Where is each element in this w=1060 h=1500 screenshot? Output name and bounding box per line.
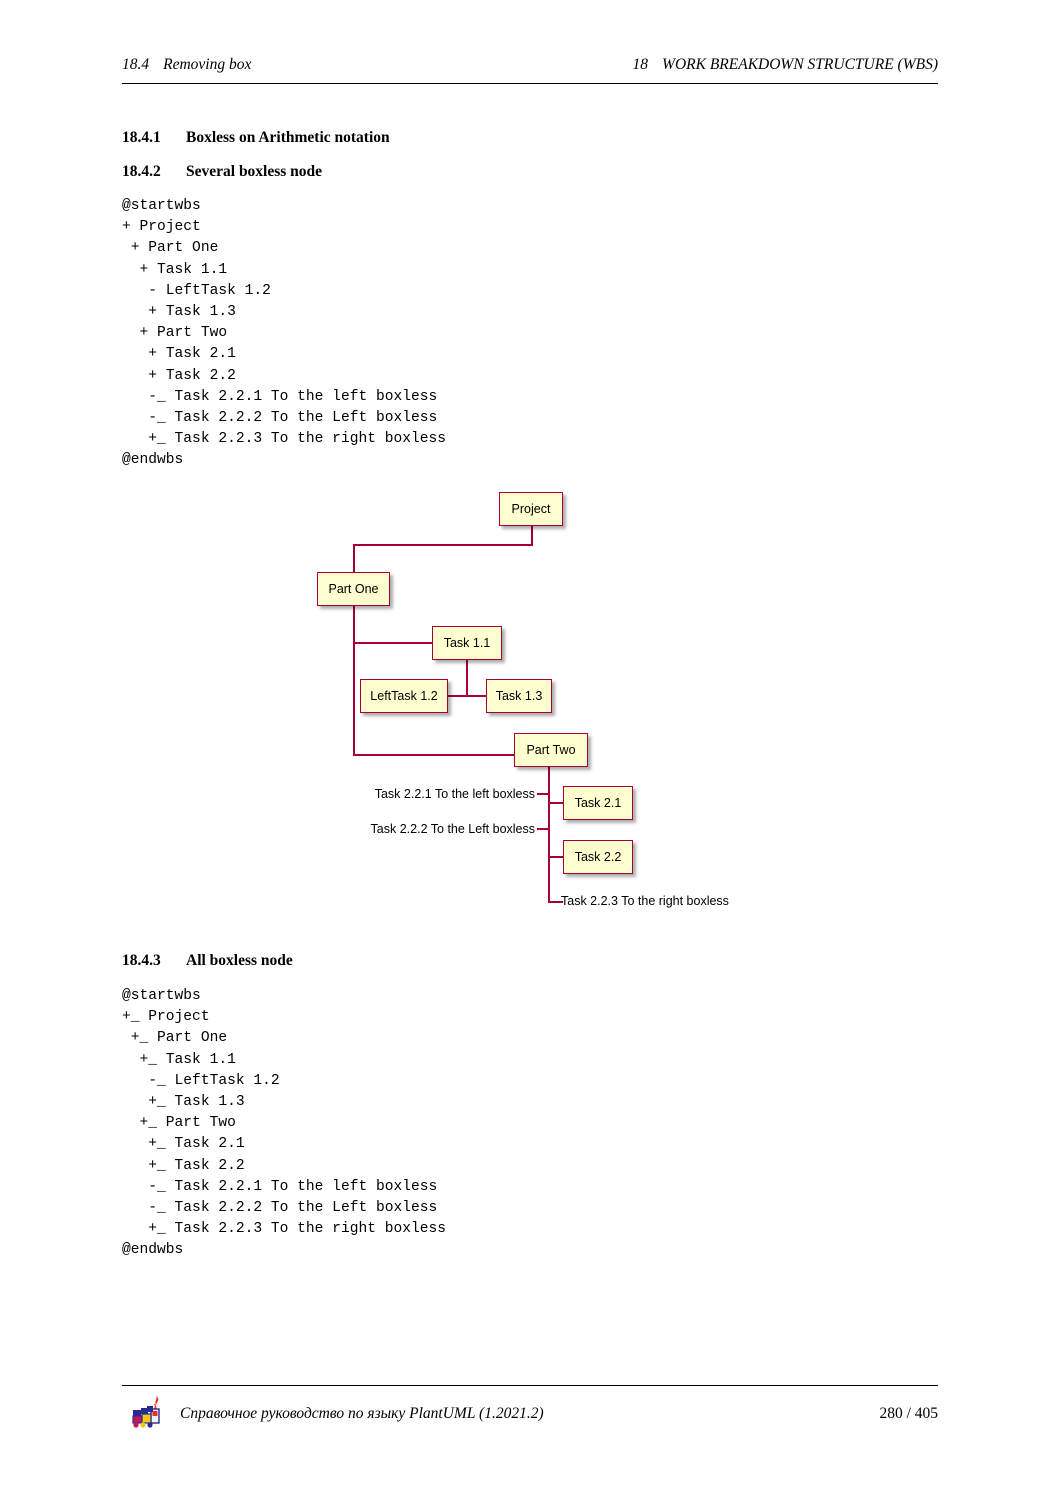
- wbs-boxless-task-2-2-3[interactable]: Task 2.2.3 To the right boxless: [561, 894, 729, 908]
- footer-divider: [122, 1385, 938, 1387]
- link-part-one-trunk: [353, 606, 355, 756]
- link-to-part-one: [353, 544, 355, 574]
- section-number: 18.4.1: [122, 129, 161, 146]
- footer-page-number: 280 / 405: [879, 1405, 938, 1422]
- header-right-title: WORK BREAKDOWN STRUCTURE (WBS): [662, 56, 938, 73]
- section-title: Boxless on Arithmetic notation: [186, 129, 390, 146]
- link-task-1-1-down: [466, 660, 468, 696]
- link-task-1-1-children-bar: [448, 695, 486, 697]
- link-boxless-2-2-2: [537, 828, 550, 830]
- header-left-title: Removing box: [163, 56, 252, 73]
- wbs-node-task-2-1[interactable]: Task 2.1: [563, 786, 633, 820]
- link-part-two-task-2-1: [548, 802, 563, 804]
- wbs-node-task-1-3[interactable]: Task 1.3: [486, 679, 552, 713]
- section-title: Several boxless node: [186, 163, 323, 180]
- link-project-bus: [353, 544, 533, 546]
- plantuml-logo-icon: [130, 1392, 168, 1432]
- link-project-down: [531, 526, 533, 546]
- header-right-number: 18: [632, 56, 649, 73]
- wbs-boxless-task-2-2-1[interactable]: Task 2.2.1 To the left boxless: [337, 787, 535, 801]
- header-right: 18 WORK BREAKDOWN STRUCTURE (WBS): [633, 56, 938, 74]
- footer-title: Справочное руководство по языку PlantUML…: [180, 1405, 544, 1422]
- link-boxless-2-2-1: [537, 793, 550, 795]
- link-part-one-part-two: [353, 754, 514, 756]
- section-heading-18-4-1: 18.4.1 Boxless on Arithmetic notation: [122, 129, 390, 147]
- section-heading-18-4-3: 18.4.3 All boxless node: [122, 952, 293, 970]
- link-part-one-task-1-1: [353, 642, 433, 644]
- document-page: 18.4 Removing box 18 WORK BREAKDOWN STRUCT…: [0, 0, 1060, 1500]
- link-part-two-task-2-2: [548, 856, 563, 858]
- wbs-node-left-task-1-2[interactable]: LeftTask 1.2: [360, 679, 448, 713]
- wbs-diagram: Project Part One Task 1.1 LeftTask 1.2 T…: [300, 480, 770, 920]
- wbs-node-task-2-2[interactable]: Task 2.2: [563, 840, 633, 874]
- wbs-node-part-two[interactable]: Part Two: [514, 733, 588, 767]
- wbs-boxless-task-2-2-2[interactable]: Task 2.2.2 To the Left boxless: [337, 822, 535, 836]
- wbs-node-project[interactable]: Project: [499, 492, 563, 526]
- section-heading-18-4-2: 18.4.2 Several boxless node: [122, 163, 322, 181]
- section-number: 18.4.3: [122, 952, 161, 969]
- header-divider: [122, 83, 938, 85]
- wbs-node-task-1-1[interactable]: Task 1.1: [432, 626, 502, 660]
- code-block-all-boxless: @startwbs +_ Project +_ Part One +_ Task…: [122, 988, 447, 1259]
- link-part-two-trunk: [548, 767, 550, 903]
- header-left: 18.4 Removing box: [122, 56, 251, 74]
- header-left-number: 18.4: [122, 56, 150, 73]
- page-header: 18.4 Removing box 18 WORK BREAKDOWN STRUCT…: [122, 56, 938, 86]
- section-title: All boxless node: [186, 952, 293, 969]
- code-block-several-boxless: @startwbs + Project + Part One + Task 1.…: [122, 198, 447, 469]
- wbs-node-part-one[interactable]: Part One: [317, 572, 390, 606]
- section-number: 18.4.2: [122, 163, 161, 180]
